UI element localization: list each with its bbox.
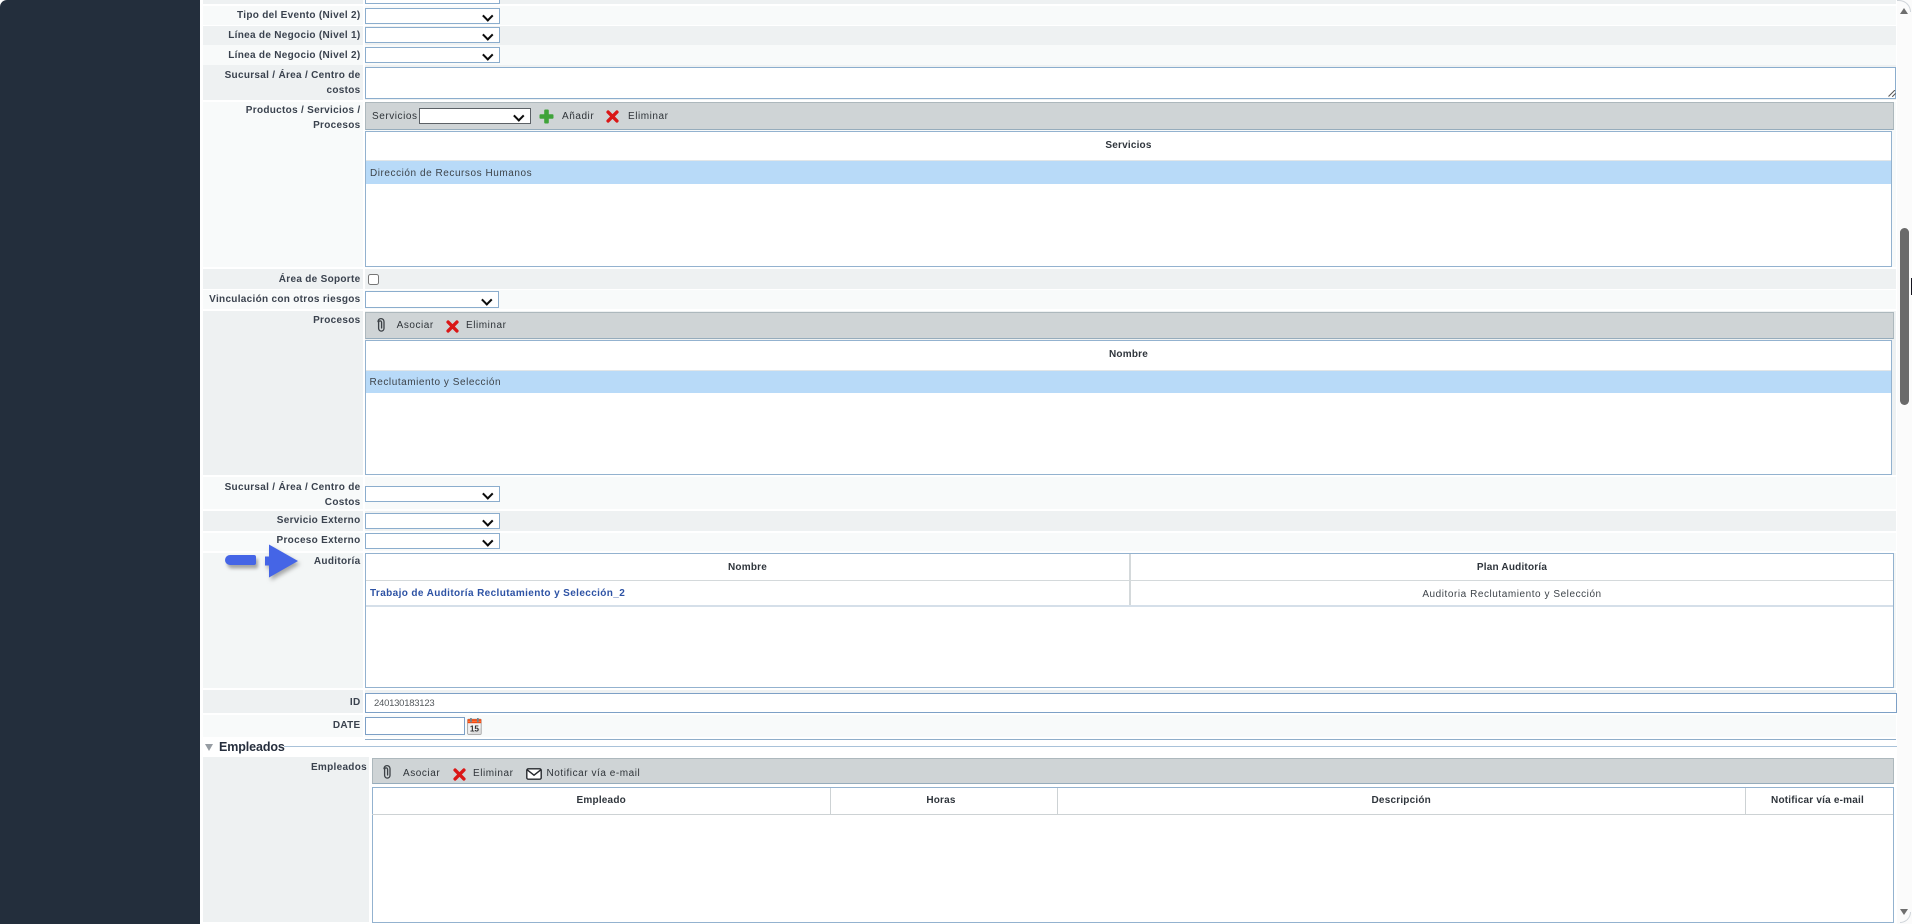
svg-text:15: 15 — [470, 725, 480, 734]
